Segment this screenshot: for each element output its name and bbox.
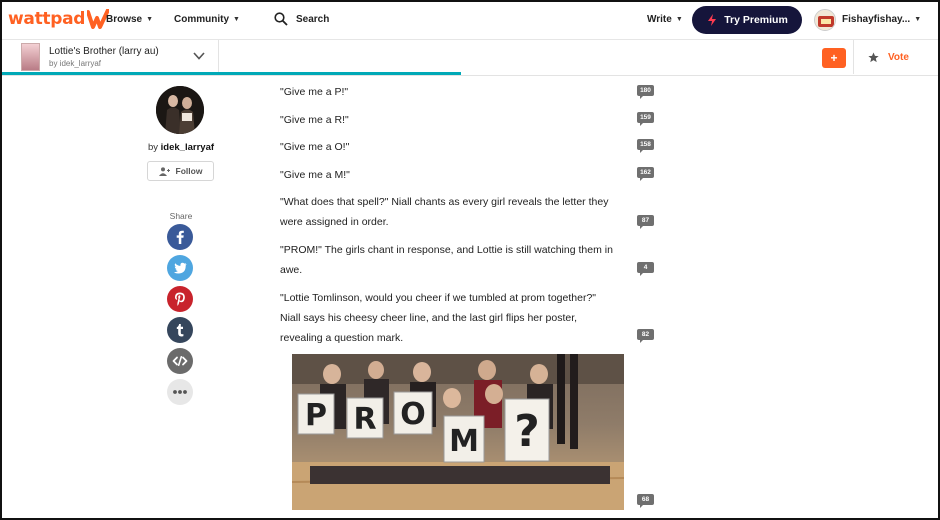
write-label: Write [647,14,672,25]
reading-progress-bar [2,72,461,75]
inline-comment-button[interactable]: 158 [637,139,654,153]
inline-comment-button[interactable]: 4 [637,262,654,276]
comment-bubble-icon [640,272,644,276]
pinterest-icon [175,292,185,306]
paragraph: "Give me a O!" [280,141,350,153]
sign-letter: O [400,397,426,432]
sign-letter: R [353,402,376,437]
paragraph-line: Niall says his cheesy cheer line, and th… [280,312,578,324]
comment-bubble-icon [640,504,644,508]
paragraph-line: "PROM!" The girls chant in response, and… [280,244,613,256]
caret-down-icon: ▼ [675,16,683,23]
more-icon [173,390,187,394]
inline-comment-button[interactable]: 82 [637,329,654,343]
top-navbar: wattpad Browse ▼ Community ▼ Search Write ▼… [2,2,938,40]
lightning-icon [708,14,717,26]
share-label: Share [169,211,193,221]
search-box[interactable]: Search [274,12,329,26]
prom-cheerleaders-photo: P R O M ? [292,354,624,510]
comment-bubble-icon [640,122,644,126]
paragraph-line: awe. [280,264,303,276]
user-menu[interactable]: Fishayfishay... ▼ [842,14,921,25]
follow-button[interactable]: Follow [147,161,214,181]
more-share-button[interactable] [167,379,193,405]
avatar-image [815,10,835,30]
pinterest-share-button[interactable] [167,286,193,312]
user-avatar[interactable] [814,9,836,31]
paragraph: "Lottie Tomlinson, would you cheer if we… [280,288,596,348]
paragraph: "PROM!" The girls chant in response, and… [280,240,613,280]
author-photo [156,86,204,134]
browse-label: Browse [106,14,143,25]
search-icon [274,12,288,26]
embed-icon [172,356,188,367]
story-title[interactable]: Lottie's Brother (larry au) [49,46,159,57]
username-label: Fishayfishay... [842,14,911,25]
comment-bubble-icon [640,95,644,99]
premium-label: Try Premium [724,14,788,26]
paragraph: "Give me a P!" [280,86,349,98]
comment-bubble-icon [640,177,644,181]
paragraph-line: revealing a question mark. [280,332,404,344]
add-user-icon [158,166,170,176]
paragraph: "Give me a R!" [280,114,349,126]
community-label: Community [174,14,229,25]
tumblr-share-button[interactable] [167,317,193,343]
facebook-icon [176,230,184,244]
sign-letter: P [305,398,327,433]
inline-comment-button[interactable]: 162 [637,167,654,181]
story-author[interactable]: by idek_larryaf [49,59,101,68]
add-to-library-button[interactable]: + [822,48,846,68]
comment-bubble-icon [640,149,644,153]
author-avatar[interactable] [156,86,204,134]
paragraph: "Give me a M!" [280,169,350,181]
write-menu[interactable]: Write ▼ [647,14,683,25]
twitter-share-button[interactable] [167,255,193,281]
vote-button[interactable]: Vote [868,52,909,63]
community-menu[interactable]: Community ▼ [174,14,240,25]
story-image: P R O M ? [292,354,624,510]
caret-down-icon: ▼ [914,16,922,23]
logo-text: wattpad [8,9,86,29]
paragraph-line: "Lottie Tomlinson, would you cheer if we… [280,292,597,304]
author-byline: by idek_larryaf [142,142,220,153]
paragraph-line: were assigned in order. [280,216,389,228]
paragraph: "What does that spell?" Niall chants as … [280,192,608,232]
twitter-icon [173,262,187,274]
search-label: Search [296,13,330,25]
tumblr-icon [176,324,184,337]
star-icon [868,52,879,63]
inline-comment-button[interactable]: 180 [637,85,654,99]
comment-bubble-icon [640,339,644,343]
browse-menu[interactable]: Browse ▼ [106,14,153,25]
comment-bubble-icon [640,225,644,229]
divider [853,40,854,74]
try-premium-button[interactable]: Try Premium [692,6,802,34]
story-toolbar: Lottie's Brother (larry au) by idek_larr… [2,40,938,76]
chevron-down-icon[interactable] [192,49,206,63]
vote-label: Vote [888,52,909,63]
caret-down-icon: ▼ [146,16,154,23]
story-cover-thumbnail[interactable] [21,43,40,71]
caret-down-icon: ▼ [233,16,240,23]
inline-comment-button[interactable]: 68 [637,494,654,508]
sign-letter: ? [514,406,540,457]
follow-label: Follow [175,166,203,176]
paragraph-line: "What does that spell?" Niall chants as … [280,196,609,208]
divider [218,40,219,74]
facebook-share-button[interactable] [167,224,193,250]
inline-comment-button[interactable]: 87 [637,215,654,229]
author-name-link[interactable]: idek_larryaf [161,142,214,153]
sign-letter: M [449,424,479,459]
by-prefix: by [147,142,161,153]
embed-share-button[interactable] [167,348,193,374]
wattpad-logo[interactable]: wattpad [8,9,110,29]
inline-comment-button[interactable]: 159 [637,112,654,126]
